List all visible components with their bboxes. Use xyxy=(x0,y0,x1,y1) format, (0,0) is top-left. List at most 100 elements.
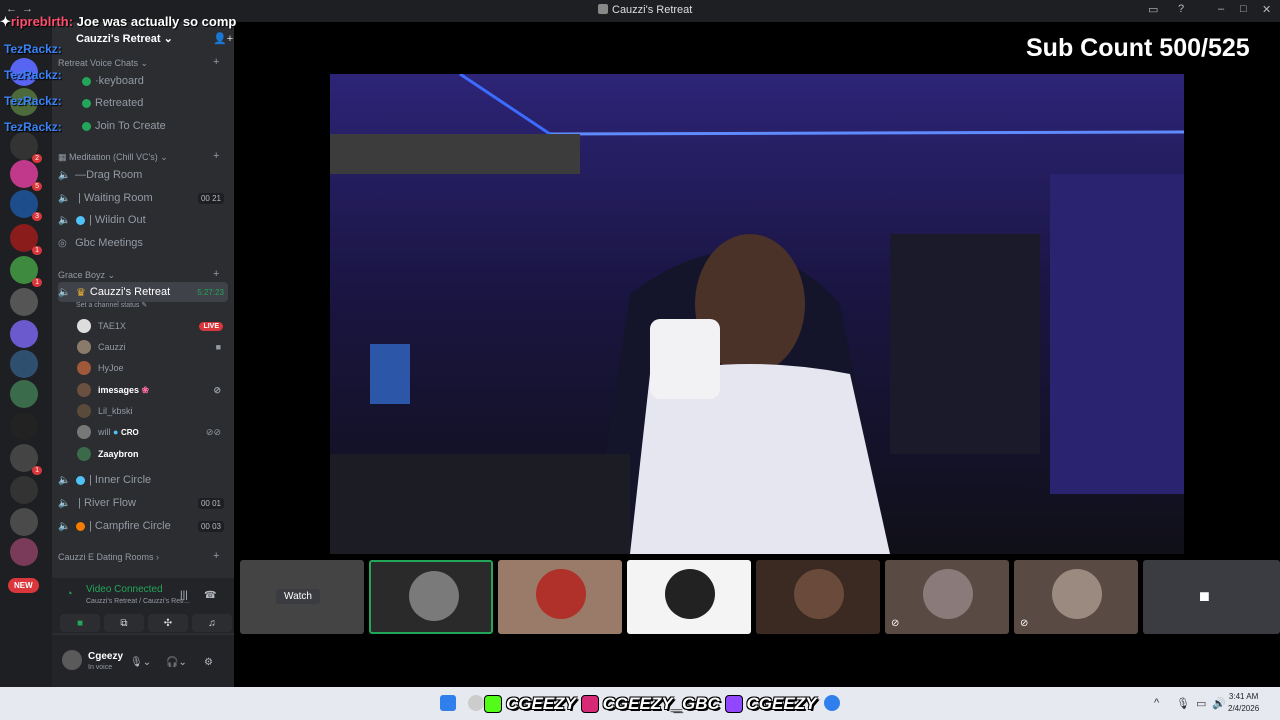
chevron-up-icon[interactable]: ^ xyxy=(1154,697,1159,709)
door xyxy=(1050,174,1184,494)
stream-chat-message: ✦ripreblrth: Joe was actually so comp xyxy=(0,14,237,29)
voice-user[interactable]: TAE1X LIVE xyxy=(77,316,227,336)
server-icon[interactable] xyxy=(10,508,38,536)
category-meditation[interactable]: ▦ Meditation (Chill VC's) ⌄ xyxy=(58,152,168,163)
camera-icon: ■ xyxy=(215,342,221,352)
main-video-feed[interactable] xyxy=(330,74,1184,554)
speaker-icon: 🔈 xyxy=(58,214,71,226)
camera-icon: ■ xyxy=(76,617,84,629)
led-strip xyxy=(459,74,551,136)
voice-user[interactable]: imesages ❀ ⊘ xyxy=(77,380,227,400)
avatar xyxy=(77,425,91,439)
soundboard-button[interactable]: ♫ xyxy=(192,614,232,632)
channel-wildin-out[interactable]: 🔈 | Wildin Out xyxy=(58,210,228,230)
server-icon[interactable] xyxy=(10,412,38,440)
inbox-icon[interactable]: ▭ xyxy=(1148,3,1158,16)
avatar[interactable] xyxy=(62,650,82,670)
activities-button[interactable]: ✣ xyxy=(148,614,188,632)
start-icon[interactable] xyxy=(440,695,456,711)
video-stage: Sub Count 500/525 Watch ⊘ ⊘ ■ xyxy=(236,22,1280,687)
participant-tile[interactable] xyxy=(498,560,622,634)
participant-tile[interactable] xyxy=(756,560,880,634)
channel-river-flow[interactable]: 🔈 | River Flow 00 01 xyxy=(58,493,228,513)
cup xyxy=(650,319,720,399)
voice-user[interactable]: HyJoe xyxy=(77,358,227,378)
chat-username: TezRackz: xyxy=(4,120,62,134)
mic-icon[interactable]: 🎙⌄ xyxy=(130,657,151,668)
camera-button[interactable]: ■ xyxy=(60,614,100,632)
avatar xyxy=(77,361,91,375)
server-icon[interactable]: 2 xyxy=(10,132,42,163)
channel-cauzzis-retreat[interactable]: 🔈 ♛ Cauzzi's Retreat 5:27:23 xyxy=(58,282,228,302)
voice-user[interactable]: Zaaybron xyxy=(77,444,227,464)
os-taskbar: CGEEZY CGEEZY_GBC CGEEZY ^ 🎙 ▭ 🔊 3:41 AM… xyxy=(0,687,1280,720)
server-icon[interactable]: 1 xyxy=(10,256,42,287)
avatar xyxy=(794,569,844,619)
participant-tile[interactable] xyxy=(627,560,751,634)
channel-drag-room[interactable]: 🔈 — Drag Room xyxy=(58,165,228,185)
avatar xyxy=(1052,569,1102,619)
server-icon[interactable]: 3 xyxy=(10,190,42,221)
screen-share-button[interactable]: ⧉ xyxy=(104,614,144,632)
stage-icon: ◎ xyxy=(58,237,67,249)
badge-icon: ❀ xyxy=(141,384,150,395)
server-icon[interactable] xyxy=(10,476,38,504)
camera-icon: ■ xyxy=(1199,586,1210,606)
close-icon[interactable]: ✕ xyxy=(1262,3,1271,16)
server-name[interactable]: Cauzzi's Retreat ⌄ xyxy=(76,32,173,45)
watch-button[interactable]: Watch xyxy=(276,589,320,604)
noise-suppression-icon[interactable]: ||| xyxy=(180,590,188,601)
participant-tile[interactable]: ■ xyxy=(1143,560,1280,634)
settings-gear-icon[interactable]: ⚙ xyxy=(204,657,213,668)
maximize-icon[interactable]: □ xyxy=(1240,3,1247,15)
add-channel-icon[interactable]: + xyxy=(213,268,219,280)
channel-join-to-create[interactable]: Join To Create xyxy=(78,116,248,136)
help-icon[interactable]: ? xyxy=(1178,3,1184,15)
video-frame xyxy=(330,74,1184,554)
twitch-icon xyxy=(724,695,743,713)
category-dating[interactable]: Cauzzi E Dating Rooms › xyxy=(58,552,159,562)
voice-user[interactable]: Cauzzi ■ xyxy=(77,337,227,357)
channel-status-input[interactable]: Set a channel status ✎ xyxy=(76,301,147,309)
server-icon[interactable]: 5 xyxy=(10,160,42,191)
channel-campfire-circle[interactable]: 🔈 | Campfire Circle 00 03 xyxy=(58,516,228,536)
minimize-icon[interactable]: – xyxy=(1218,3,1224,15)
system-clock[interactable]: 3:41 AM 2/4/2026 xyxy=(1228,691,1259,715)
channel-waiting-room[interactable]: 🔈 | Waiting Room 00 21 xyxy=(58,188,228,208)
server-icon[interactable] xyxy=(10,320,38,348)
add-channel-icon[interactable]: + xyxy=(213,56,219,68)
participant-tile[interactable]: Watch xyxy=(240,560,364,634)
disconnect-icon[interactable]: ☎ xyxy=(204,590,216,601)
category-grace-boyz[interactable]: Grace Boyz ⌄ xyxy=(58,270,115,281)
server-icon[interactable] xyxy=(10,350,38,378)
channel-keyboard[interactable]: · keyboard xyxy=(78,71,248,91)
channel-retreated[interactable]: Retreated xyxy=(78,93,248,113)
voice-user[interactable]: Lil_kbski xyxy=(77,401,227,421)
participant-tile[interactable]: ⊘ xyxy=(885,560,1009,634)
status-icon xyxy=(82,76,91,86)
server-icon[interactable]: 1 xyxy=(10,224,42,255)
participant-tile[interactable]: ⊘ xyxy=(1014,560,1138,634)
server-icon[interactable] xyxy=(10,538,38,566)
mic-icon[interactable]: 🎙 xyxy=(1176,697,1190,710)
voice-user[interactable]: will ● CRO ⊘⊘ xyxy=(77,422,227,442)
avatar xyxy=(665,569,715,619)
add-channel-icon[interactable]: + xyxy=(213,150,219,162)
channel-gbc-meetings[interactable]: ◎ Gbc Meetings xyxy=(58,233,228,253)
server-icon[interactable] xyxy=(10,288,38,316)
invite-icon[interactable]: 👤+ xyxy=(213,32,233,45)
volume-icon[interactable]: 🔊 xyxy=(1212,697,1226,710)
search-icon[interactable] xyxy=(468,695,484,711)
network-icon[interactable]: ▭ xyxy=(1196,697,1206,710)
add-channel-icon[interactable]: + xyxy=(213,550,219,562)
category-retreat-voice[interactable]: Retreat Voice Chats ⌄ xyxy=(58,58,148,69)
server-icon[interactable] xyxy=(10,380,38,408)
avatar xyxy=(77,404,91,418)
server-icon[interactable]: 1 xyxy=(10,444,42,475)
activities-icon: ✣ xyxy=(163,617,173,629)
app-icon[interactable] xyxy=(824,695,840,711)
headphones-icon[interactable]: 🎧⌄ xyxy=(166,657,187,668)
soundboard-icon: ♫ xyxy=(208,617,216,629)
participant-tile[interactable] xyxy=(369,560,493,634)
channel-inner-circle[interactable]: 🔈 | Inner Circle xyxy=(58,470,228,490)
